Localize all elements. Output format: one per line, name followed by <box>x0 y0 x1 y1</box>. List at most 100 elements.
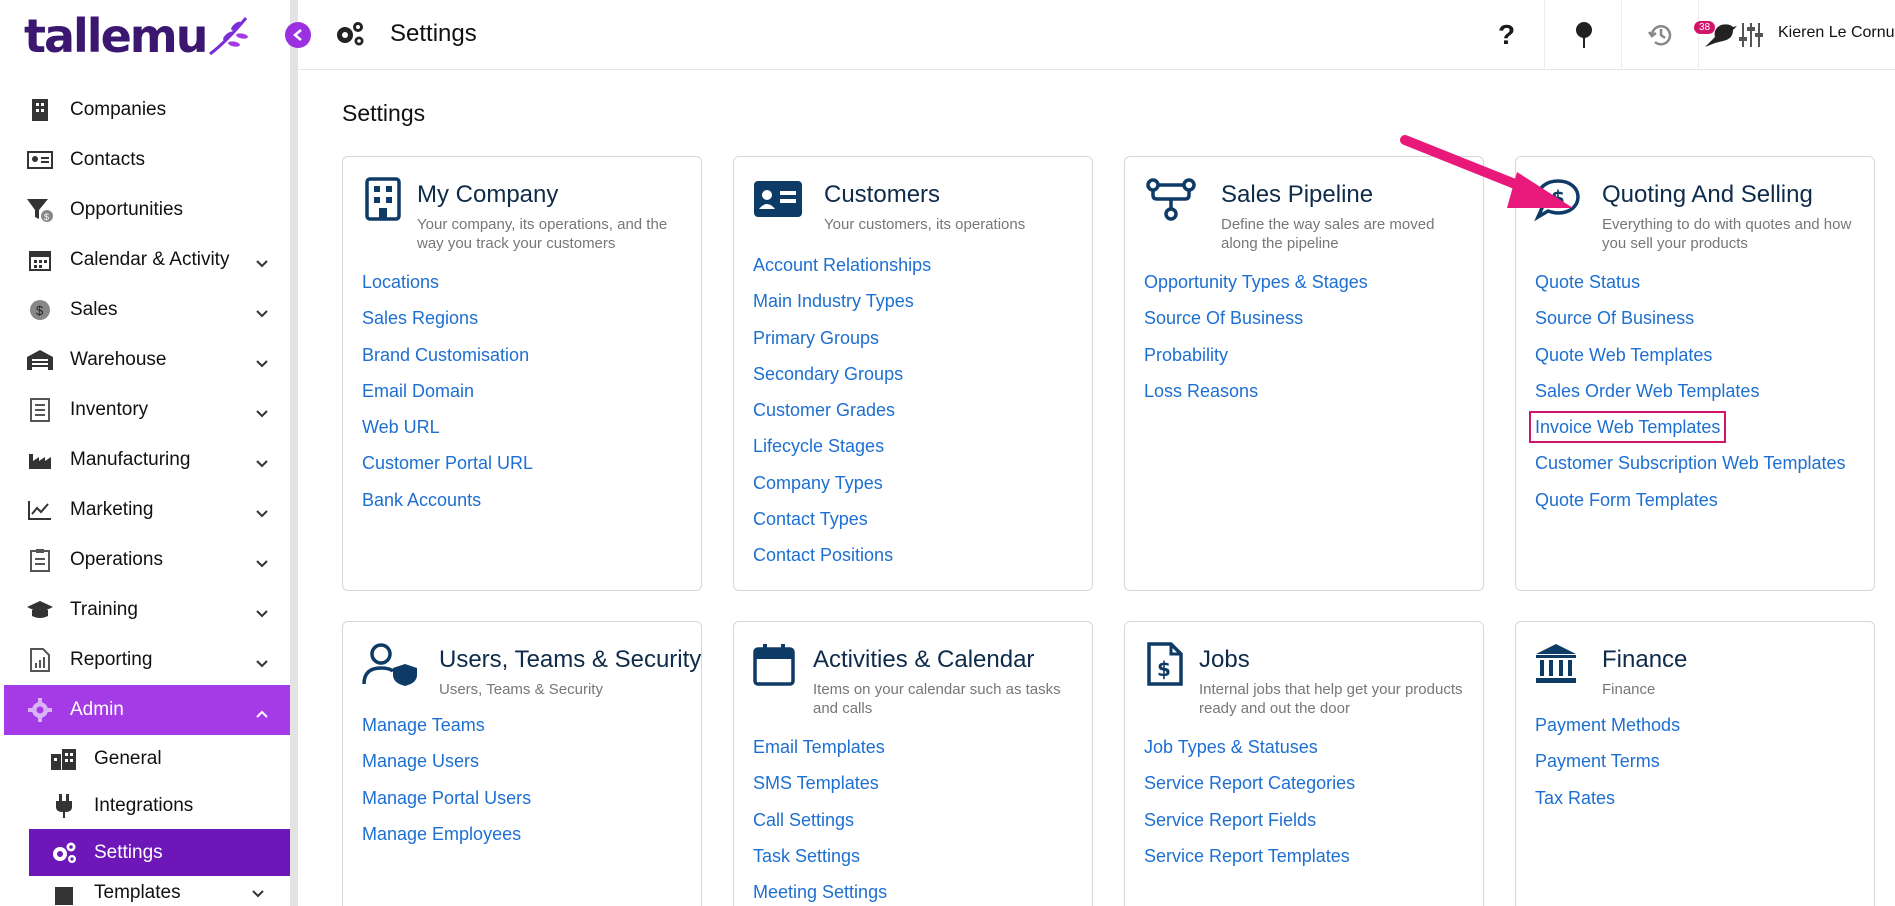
sidebar-item-marketing[interactable]: Marketing <box>0 485 290 535</box>
link-task-settings[interactable]: Task Settings <box>753 846 887 882</box>
link-sales-order-web-templates[interactable]: Sales Order Web Templates <box>1535 381 1845 417</box>
sidebar-subitem-label: Templates <box>94 882 181 903</box>
user-menu[interactable]: Kieren Le Cornu <box>1778 24 1895 42</box>
sidebar-subitem-general[interactable]: General <box>0 735 290 782</box>
svg-text:$: $ <box>1157 657 1171 681</box>
sidebar-item-label: Contacts <box>70 149 145 170</box>
card-title: Users, Teams & Security <box>439 646 702 673</box>
link-sales-regions[interactable]: Sales Regions <box>362 308 533 344</box>
link-customer-portal-url[interactable]: Customer Portal URL <box>362 453 533 489</box>
link-web-url[interactable]: Web URL <box>362 417 533 453</box>
chevron-left-icon <box>293 29 302 41</box>
link-lifecycle-stages[interactable]: Lifecycle Stages <box>753 436 931 472</box>
sidebar-item-manufacturing[interactable]: Manufacturing <box>0 435 290 485</box>
link-sms-templates[interactable]: SMS Templates <box>753 773 887 809</box>
link-source-of-business[interactable]: Source Of Business <box>1144 308 1368 344</box>
link-job-types-statuses[interactable]: Job Types & Statuses <box>1144 737 1355 773</box>
card-title: Activities & Calendar <box>813 646 1035 673</box>
link-account-relationships[interactable]: Account Relationships <box>753 255 931 291</box>
link-manage-employees[interactable]: Manage Employees <box>362 824 531 860</box>
link-secondary-groups[interactable]: Secondary Groups <box>753 364 931 400</box>
link-main-industry-types[interactable]: Main Industry Types <box>753 291 931 327</box>
funnel-dollar-icon: $ <box>26 196 54 224</box>
chevron-up-icon <box>256 702 268 724</box>
sidebar-nav: Companies Contacts $ Opportunities Calen… <box>0 85 290 906</box>
link-email-domain[interactable]: Email Domain <box>362 381 533 417</box>
link-bank-accounts[interactable]: Bank Accounts <box>362 490 533 526</box>
pin-button[interactable] <box>1546 0 1622 70</box>
link-loss-reasons[interactable]: Loss Reasons <box>1144 381 1368 417</box>
sidebar-item-label: Training <box>70 599 138 620</box>
inventory-list-icon <box>26 396 54 424</box>
sidebar-item-inventory[interactable]: Inventory <box>0 385 290 435</box>
calendar-icon <box>26 246 54 274</box>
sidebar-item-label: Companies <box>70 99 167 120</box>
card-title: Quoting And Selling <box>1602 181 1813 208</box>
link-customer-subscription-web-templates[interactable]: Customer Subscription Web Templates <box>1535 453 1845 489</box>
link-service-report-categories[interactable]: Service Report Categories <box>1144 773 1355 809</box>
link-quote-form-templates[interactable]: Quote Form Templates <box>1535 490 1845 526</box>
chevron-down-icon <box>256 552 268 574</box>
link-contact-types[interactable]: Contact Types <box>753 509 931 545</box>
link-payment-methods[interactable]: Payment Methods <box>1535 715 1680 751</box>
app-logo[interactable]: tallemu <box>24 9 250 63</box>
link-source-of-business[interactable]: Source Of Business <box>1535 308 1845 344</box>
link-quote-web-templates[interactable]: Quote Web Templates <box>1535 345 1845 381</box>
card-title: Customers <box>824 181 941 208</box>
link-manage-portal-users[interactable]: Manage Portal Users <box>362 788 531 824</box>
pipeline-icon <box>1146 178 1196 221</box>
chevron-down-icon <box>256 252 268 274</box>
top-bar: Settings ? 38 Kieren Le Cornu <box>298 0 1895 70</box>
card-description: Items on your calendar such as tasks and… <box>813 681 1061 717</box>
sidebar-subitem-integrations[interactable]: Integrations <box>0 782 290 829</box>
sidebar-item-opportunities[interactable]: $ Opportunities <box>0 185 290 235</box>
sidebar-item-warehouse[interactable]: Warehouse <box>0 335 290 385</box>
settings-heading: Settings <box>342 100 426 126</box>
sidebar-item-training[interactable]: Training <box>0 585 290 635</box>
sidebar-item-label: Marketing <box>70 499 154 520</box>
link-quote-status[interactable]: Quote Status <box>1535 272 1845 308</box>
link-call-settings[interactable]: Call Settings <box>753 810 887 846</box>
link-customer-grades[interactable]: Customer Grades <box>753 400 931 436</box>
report-icon <box>26 646 54 674</box>
link-manage-users[interactable]: Manage Users <box>362 751 531 787</box>
sidebar-item-calendar-activity[interactable]: Calendar & Activity <box>0 235 290 285</box>
link-contact-positions[interactable]: Contact Positions <box>753 545 931 581</box>
svg-text:$: $ <box>44 212 49 222</box>
sidebar-item-contacts[interactable]: Contacts <box>0 135 290 185</box>
link-meeting-settings[interactable]: Meeting Settings <box>753 882 887 906</box>
link-locations[interactable]: Locations <box>362 272 533 308</box>
link-service-report-templates[interactable]: Service Report Templates <box>1144 846 1355 882</box>
link-company-types[interactable]: Company Types <box>753 473 931 509</box>
cog-icon <box>26 696 54 724</box>
link-invoice-web-templates[interactable]: Invoice Web Templates <box>1528 411 1845 453</box>
collapse-sidebar-button[interactable] <box>285 22 311 48</box>
link-payment-terms[interactable]: Payment Terms <box>1535 751 1680 787</box>
sidebar-item-label: Calendar & Activity <box>70 249 230 270</box>
sidebar-item-companies[interactable]: Companies <box>0 85 290 135</box>
link-probability[interactable]: Probability <box>1144 345 1368 381</box>
link-tax-rates[interactable]: Tax Rates <box>1535 788 1680 824</box>
sidebar-item-operations[interactable]: Operations <box>0 535 290 585</box>
sidebar-item-label: Warehouse <box>70 349 167 370</box>
sidebar-subitem-templates[interactable]: Templates <box>0 876 290 906</box>
cogs-icon <box>334 20 366 53</box>
link-email-templates[interactable]: Email Templates <box>753 737 887 773</box>
card-description: Your company, its operations, and the wa… <box>417 216 668 252</box>
link-service-report-fields[interactable]: Service Report Fields <box>1144 810 1355 846</box>
preferences-button[interactable] <box>1731 0 1771 70</box>
chevron-down-icon <box>256 452 268 474</box>
link-manage-teams[interactable]: Manage Teams <box>362 715 531 751</box>
sidebar-item-reporting[interactable]: Reporting <box>0 635 290 685</box>
sidebar-scrollbar[interactable] <box>290 0 298 906</box>
card-finance: Finance Finance Payment Methods Payment … <box>1515 621 1875 906</box>
sidebar-subitem-settings[interactable]: Settings <box>29 829 290 876</box>
link-opportunity-types-stages[interactable]: Opportunity Types & Stages <box>1144 272 1368 308</box>
sidebar-item-admin[interactable]: Admin <box>4 685 290 735</box>
link-primary-groups[interactable]: Primary Groups <box>753 328 931 364</box>
sidebar-item-label: Reporting <box>70 649 153 670</box>
sidebar-item-sales[interactable]: $ Sales <box>0 285 290 335</box>
chevron-down-icon <box>256 602 268 624</box>
help-button[interactable]: ? <box>1469 0 1545 70</box>
link-brand-customisation[interactable]: Brand Customisation <box>362 345 533 381</box>
